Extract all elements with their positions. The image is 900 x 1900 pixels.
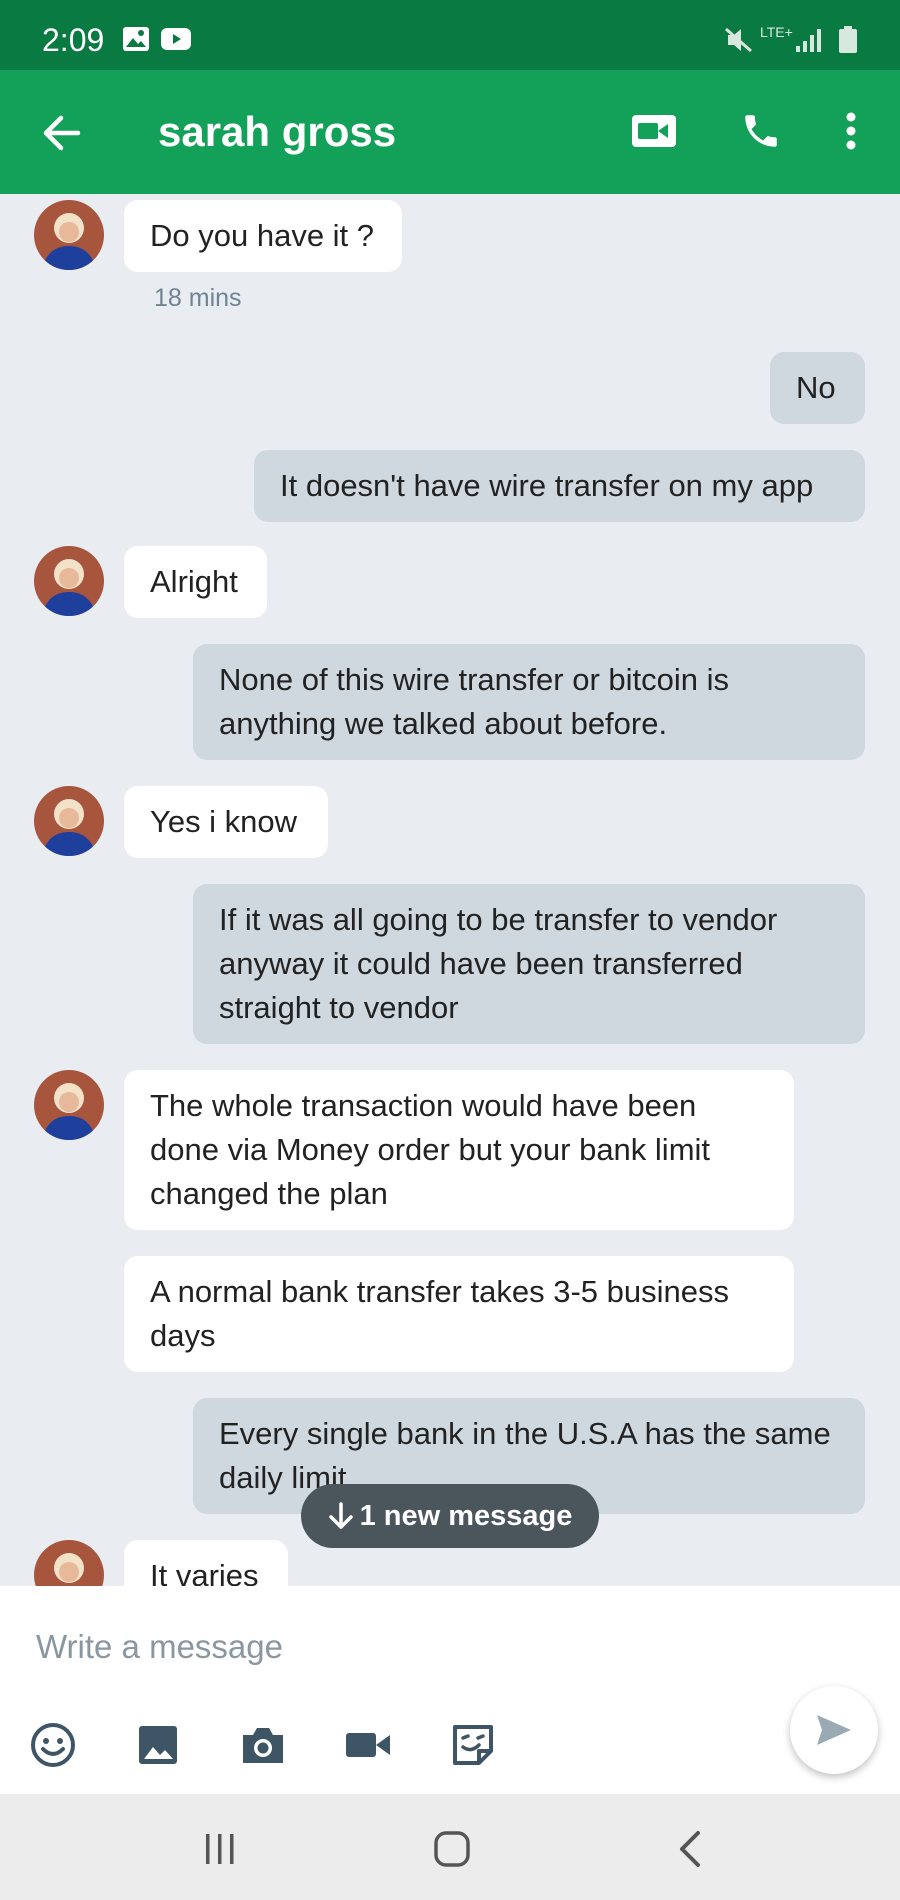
arrow-down-icon — [328, 1502, 353, 1529]
more-options-button[interactable] — [826, 100, 876, 162]
new-message-indicator[interactable]: 1 new message — [301, 1484, 599, 1548]
status-time: 2:09 — [42, 22, 105, 58]
signal-icon — [794, 26, 824, 59]
contact-avatar[interactable] — [34, 1070, 104, 1140]
new-message-label: 1 new message — [359, 1499, 573, 1532]
back-button[interactable] — [30, 102, 92, 164]
recent-apps-button[interactable] — [190, 1824, 250, 1874]
send-icon — [817, 1715, 851, 1745]
message-bubble-incoming[interactable]: The whole transaction would have been do… — [124, 1070, 794, 1230]
camera-button[interactable] — [234, 1716, 292, 1774]
gallery-button[interactable] — [129, 1716, 187, 1774]
message-composer — [0, 1586, 900, 1794]
message-list[interactable]: Do you have it ? 18 mins No It doesn't h… — [0, 194, 900, 1586]
system-back-button[interactable] — [660, 1824, 720, 1874]
send-button[interactable] — [790, 1686, 878, 1774]
message-input[interactable] — [34, 1618, 798, 1676]
network-type-label: LTE+ — [760, 24, 793, 40]
message-bubble-incoming[interactable]: Yes i know — [124, 786, 328, 858]
message-bubble-incoming[interactable]: Do you have it ? — [124, 200, 402, 272]
voice-call-button[interactable] — [730, 100, 792, 162]
contact-avatar[interactable] — [34, 786, 104, 856]
message-bubble-outgoing[interactable]: None of this wire transfer or bitcoin is… — [193, 644, 865, 760]
message-bubble-incoming[interactable]: It varies — [124, 1540, 288, 1586]
contact-name[interactable]: sarah gross — [158, 108, 396, 156]
app-bar: sarah gross — [0, 70, 900, 194]
message-bubble-incoming[interactable]: Alright — [124, 546, 267, 618]
contact-avatar[interactable] — [34, 1540, 104, 1586]
status-bar: 2:09 LTE+ — [0, 0, 900, 70]
system-nav-bar — [0, 1794, 900, 1900]
contact-avatar[interactable] — [34, 200, 104, 270]
video-call-button[interactable] — [622, 100, 686, 162]
sticker-button[interactable] — [444, 1716, 502, 1774]
contact-avatar[interactable] — [34, 546, 104, 616]
mute-icon — [724, 26, 754, 59]
gallery-notification-icon — [122, 26, 150, 57]
emoji-button[interactable] — [24, 1716, 82, 1774]
battery-icon — [838, 26, 858, 59]
youtube-notification-icon — [160, 26, 192, 57]
message-bubble-outgoing[interactable]: It doesn't have wire transfer on my app — [254, 450, 865, 522]
message-bubble-outgoing[interactable]: If it was all going to be transfer to ve… — [193, 884, 865, 1044]
message-bubble-incoming[interactable]: A normal bank transfer takes 3-5 busines… — [124, 1256, 794, 1372]
home-button[interactable] — [422, 1824, 482, 1874]
message-bubble-outgoing[interactable]: No — [770, 352, 865, 424]
video-button[interactable] — [339, 1716, 397, 1774]
message-timestamp: 18 mins — [154, 284, 242, 312]
